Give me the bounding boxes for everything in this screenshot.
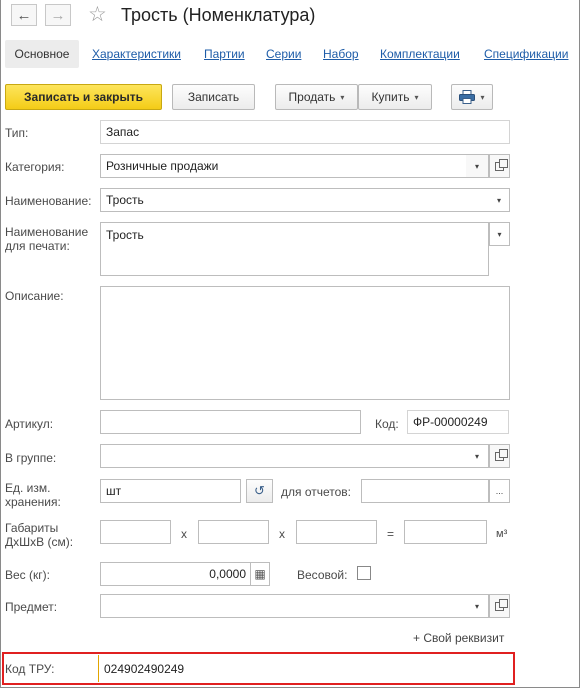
report-unit-field[interactable] bbox=[361, 479, 489, 503]
open-form-icon bbox=[495, 158, 508, 171]
print-name-value: Трость bbox=[106, 228, 144, 242]
description-field[interactable] bbox=[100, 286, 510, 400]
forward-button[interactable]: → bbox=[45, 4, 71, 26]
type-label: Тип: bbox=[5, 126, 29, 140]
buy-label: Купить bbox=[371, 90, 410, 104]
add-custom-attribute-link[interactable]: + Свой реквизит bbox=[413, 631, 504, 645]
name-label: Наименование: bbox=[5, 194, 92, 208]
report-unit-select-button[interactable]: ... bbox=[489, 479, 510, 503]
unit-field[interactable]: шт bbox=[100, 479, 241, 503]
weighted-label: Весовой: bbox=[297, 568, 348, 582]
sell-button[interactable]: Продать ▾ bbox=[275, 84, 358, 110]
code-label: Код: bbox=[375, 417, 399, 431]
subject-open-button[interactable] bbox=[489, 594, 510, 618]
printer-icon bbox=[459, 90, 476, 104]
length-field[interactable] bbox=[100, 520, 171, 544]
group-open-button[interactable] bbox=[489, 444, 510, 468]
group-label: В группе: bbox=[5, 451, 57, 465]
weight-label: Вес (кг): bbox=[5, 568, 50, 582]
tab-series[interactable]: Серии bbox=[266, 47, 301, 61]
save-and-close-button[interactable]: Записать и закрыть bbox=[5, 84, 162, 110]
type-field: Запас bbox=[100, 120, 510, 144]
category-label: Категория: bbox=[5, 160, 65, 174]
chevron-down-icon: ▾ bbox=[496, 195, 501, 205]
tab-batches[interactable]: Партии bbox=[204, 47, 245, 61]
name-field[interactable]: Трость bbox=[100, 188, 510, 212]
unit-value: шт bbox=[106, 484, 122, 498]
volume-unit: м³ bbox=[496, 528, 508, 540]
type-value: Запас bbox=[106, 125, 140, 139]
print-name-label: Наименование для печати: bbox=[5, 225, 89, 253]
code-field: ФР-00000249 bbox=[407, 410, 509, 434]
chevron-down-icon: ▾ bbox=[474, 161, 479, 171]
code-value: ФР-00000249 bbox=[413, 415, 488, 429]
volume-field[interactable] bbox=[404, 520, 487, 544]
subject-field[interactable] bbox=[100, 594, 489, 618]
highlight-frame bbox=[2, 652, 515, 685]
back-button[interactable]: ← bbox=[11, 4, 37, 26]
dims-separator-2: x bbox=[279, 527, 285, 541]
buy-button[interactable]: Купить ▾ bbox=[358, 84, 432, 110]
tab-kits[interactable]: Комплектации bbox=[380, 47, 460, 61]
group-field[interactable] bbox=[100, 444, 489, 468]
dims-label: Габариты ДхШхВ (см): bbox=[5, 521, 74, 549]
name-value: Трость bbox=[106, 193, 144, 207]
tab-characteristics[interactable]: Характеристики bbox=[92, 47, 181, 61]
save-and-close-label: Записать и закрыть bbox=[24, 90, 143, 104]
subject-label: Предмет: bbox=[5, 600, 58, 614]
subject-dropdown-button[interactable]: ▾ bbox=[466, 594, 489, 618]
width-field[interactable] bbox=[198, 520, 269, 544]
save-button[interactable]: Записать bbox=[172, 84, 255, 110]
calculator-icon: ▦ bbox=[254, 567, 266, 581]
weight-calculator-button[interactable]: ▦ bbox=[251, 562, 270, 586]
chevron-down-icon: ▾ bbox=[480, 92, 485, 102]
report-unit-label: для отчетов: bbox=[281, 485, 352, 499]
arrow-right-icon: → bbox=[50, 6, 66, 24]
more-icon: ... bbox=[495, 486, 504, 496]
dims-separator-1: x bbox=[181, 527, 187, 541]
tab-main-label: Основное bbox=[14, 47, 70, 61]
window-title: Трость (Номенклатура) bbox=[121, 5, 316, 25]
sell-label: Продать bbox=[288, 90, 336, 104]
name-dropdown-button[interactable]: ▾ bbox=[489, 188, 510, 212]
print-name-field[interactable]: Трость bbox=[100, 222, 489, 276]
chevron-down-icon: ▾ bbox=[414, 92, 419, 102]
chevron-down-icon: ▾ bbox=[497, 229, 502, 239]
category-dropdown-button[interactable]: ▾ bbox=[466, 154, 489, 178]
article-field[interactable] bbox=[100, 410, 361, 434]
weight-field[interactable]: 0,0000 bbox=[100, 562, 251, 586]
height-field[interactable] bbox=[296, 520, 377, 544]
category-value: Розничные продажи bbox=[106, 159, 219, 173]
chevron-down-icon: ▾ bbox=[474, 601, 479, 611]
weight-value: 0,0000 bbox=[209, 567, 246, 581]
unit-history-button[interactable]: ↺ bbox=[246, 479, 273, 503]
tab-specifications[interactable]: Спецификации bbox=[484, 47, 568, 61]
dims-equals: = bbox=[387, 527, 395, 541]
print-name-dropdown-button[interactable]: ▾ bbox=[489, 222, 510, 246]
print-button[interactable]: ▾ bbox=[451, 84, 493, 110]
article-label: Артикул: bbox=[5, 417, 54, 431]
group-dropdown-button[interactable]: ▾ bbox=[466, 444, 489, 468]
history-icon: ↺ bbox=[254, 483, 265, 498]
star-icon[interactable]: ☆ bbox=[88, 2, 107, 27]
category-open-button[interactable] bbox=[489, 154, 510, 178]
open-form-icon bbox=[495, 448, 508, 461]
save-label: Записать bbox=[187, 90, 240, 104]
arrow-left-icon: ← bbox=[16, 6, 32, 24]
category-field[interactable]: Розничные продажи bbox=[100, 154, 489, 178]
tab-set[interactable]: Набор bbox=[323, 47, 359, 61]
open-form-icon bbox=[495, 598, 508, 611]
chevron-down-icon: ▾ bbox=[340, 92, 345, 102]
weighted-checkbox[interactable] bbox=[357, 566, 371, 580]
description-label: Описание: bbox=[5, 289, 64, 303]
chevron-down-icon: ▾ bbox=[474, 451, 479, 461]
tab-main[interactable]: Основное bbox=[5, 40, 79, 68]
unit-label: Ед. изм. хранения: bbox=[5, 481, 61, 509]
